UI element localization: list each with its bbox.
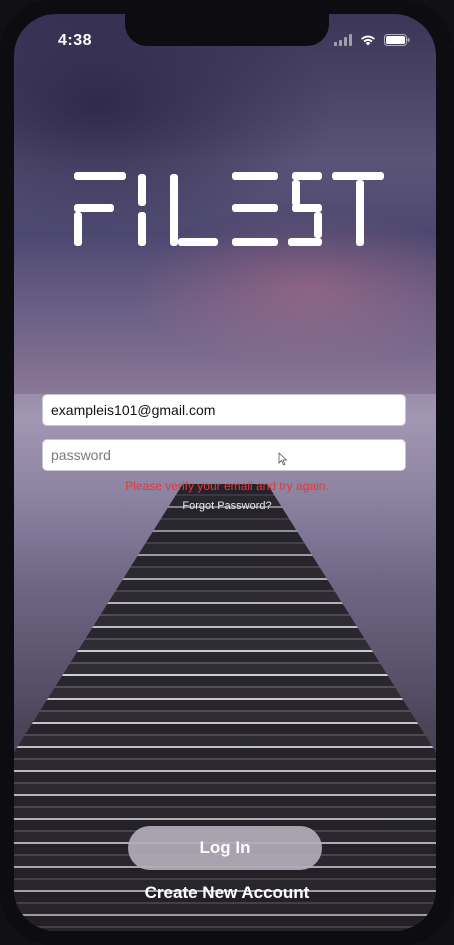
wifi-icon bbox=[361, 35, 375, 46]
error-message: Please verify your email and try again. bbox=[125, 479, 329, 493]
device-notch bbox=[125, 0, 329, 46]
background-photo bbox=[14, 14, 436, 931]
device-frame: 4:38 exampleis101@gmail.com Please verif… bbox=[0, 0, 454, 945]
signal-icon bbox=[334, 34, 352, 46]
password-field[interactable] bbox=[42, 439, 406, 471]
status-icons bbox=[334, 34, 410, 46]
forgot-password-link[interactable]: Forgot Password? bbox=[0, 500, 454, 512]
status-time: 4:38 bbox=[58, 32, 93, 49]
create-account-link[interactable]: Create New Account bbox=[0, 883, 454, 903]
filest-logo bbox=[74, 172, 384, 246]
email-field[interactable] bbox=[42, 394, 406, 426]
battery-icon bbox=[384, 34, 410, 46]
mouse-cursor-icon bbox=[278, 452, 288, 466]
login-button[interactable]: Log In bbox=[128, 826, 322, 870]
